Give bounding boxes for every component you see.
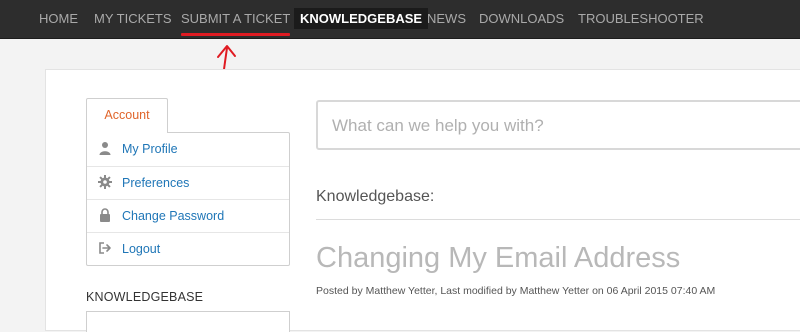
- nav-troubleshooter[interactable]: TROUBLESHOOTER: [578, 0, 704, 38]
- nav-knowledgebase[interactable]: KNOWLEDGEBASE: [294, 8, 429, 29]
- gear-icon: [98, 175, 112, 189]
- nav-news[interactable]: NEWS: [427, 0, 466, 38]
- sidebar-kb-box: [86, 311, 290, 332]
- account-menu: My Profile Preferences Change Password L…: [86, 132, 290, 266]
- annotation-underline: [181, 33, 290, 36]
- lock-icon: [100, 208, 110, 222]
- menu-item-my-profile[interactable]: My Profile: [87, 133, 289, 165]
- section-label: Knowledgebase:: [316, 188, 435, 205]
- user-icon: [99, 142, 111, 155]
- menu-item-label: Preferences: [122, 176, 190, 190]
- sidebar-kb-heading: KNOWLEDGEBASE: [86, 290, 204, 304]
- tab-account[interactable]: Account: [86, 98, 168, 133]
- top-nav: HOME MY TICKETS SUBMIT A TICKET KNOWLEDG…: [0, 0, 800, 39]
- article-byline: Posted by Matthew Yetter, Last modified …: [316, 285, 716, 297]
- menu-item-label: My Profile: [122, 142, 178, 156]
- logout-icon: [99, 242, 111, 254]
- menu-item-change-password[interactable]: Change Password: [87, 199, 289, 232]
- search-box: [316, 100, 800, 150]
- menu-item-logout[interactable]: Logout: [87, 232, 289, 265]
- search-input[interactable]: [330, 110, 800, 142]
- article-title-link[interactable]: Changing My Email Address: [316, 242, 680, 275]
- nav-downloads[interactable]: DOWNLOADS: [479, 0, 564, 38]
- nav-my-tickets[interactable]: MY TICKETS: [94, 0, 172, 38]
- menu-item-label: Logout: [122, 242, 161, 256]
- menu-item-preferences[interactable]: Preferences: [87, 166, 289, 199]
- nav-home[interactable]: HOME: [39, 0, 78, 38]
- menu-item-label: Change Password: [122, 209, 225, 223]
- divider: [316, 219, 800, 220]
